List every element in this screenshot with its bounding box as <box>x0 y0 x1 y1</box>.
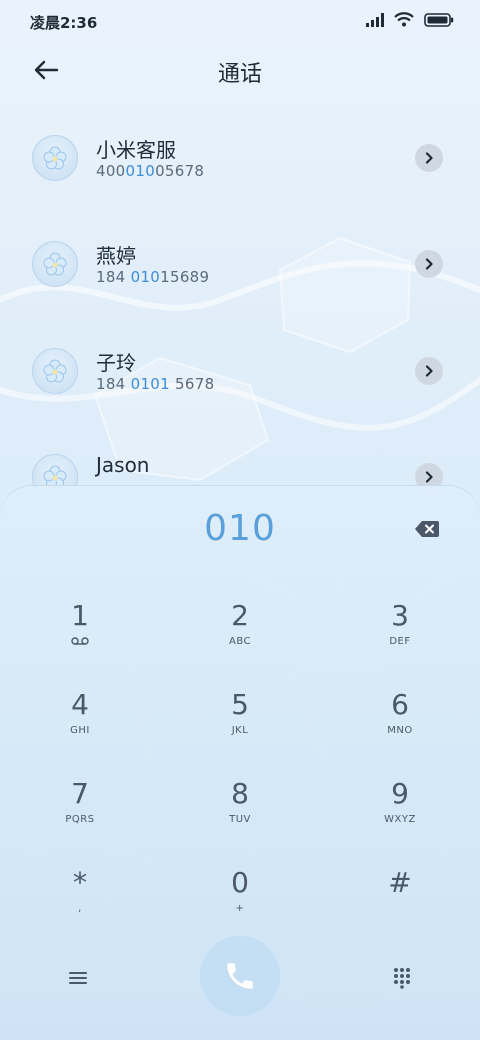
dial-key-2[interactable]: 2 ABC <box>185 598 295 668</box>
key-digit: 8 <box>231 777 249 810</box>
flower-icon <box>43 359 67 383</box>
dial-key-5[interactable]: 5 JKL <box>185 687 295 757</box>
voicemail-icon <box>71 637 89 645</box>
keypad-toggle-button[interactable] <box>386 962 418 994</box>
key-letters: JKL <box>231 725 249 736</box>
dial-key-4[interactable]: 4 GHI <box>25 687 135 757</box>
number-match-highlight: 010 <box>130 268 161 286</box>
key-digit: 0 <box>231 866 249 899</box>
key-digit: 3 <box>391 599 409 632</box>
menu-icon <box>69 972 87 984</box>
menu-button[interactable] <box>62 962 94 994</box>
contact-name: 燕婷 <box>96 244 136 268</box>
dialpad-icon <box>394 968 410 989</box>
flower-icon <box>43 252 67 276</box>
dial-key-3[interactable]: 3 DEF <box>345 598 455 668</box>
contact-name: 小米客服 <box>96 138 176 162</box>
flower-icon <box>43 146 67 170</box>
key-letters: WXYZ <box>384 814 416 825</box>
dial-key-1[interactable]: 1 <box>25 598 135 668</box>
contact-number: 184 0101 5678 <box>96 375 215 393</box>
contact-detail-button[interactable] <box>415 250 443 278</box>
signal-icon <box>366 12 384 27</box>
contact-detail-button[interactable] <box>415 357 443 385</box>
dial-key-0[interactable]: 0 + <box>185 865 295 935</box>
key-letters: PQRS <box>65 814 95 825</box>
contact-number: 40001005678 <box>96 162 205 180</box>
number-match-highlight: 010 <box>125 162 156 180</box>
status-bar: 凌晨2:36 <box>0 0 480 44</box>
battery-icon <box>424 12 454 27</box>
backspace-button[interactable] <box>410 516 444 542</box>
contact-row[interactable]: 燕婷 184 01015689 <box>0 241 480 321</box>
key-digit: 7 <box>71 777 89 810</box>
page-title: 通话 <box>217 62 262 87</box>
dialer-panel: 010 1 2 ABC 3 DEF 4 GHI 5 JKL 6 MNO 7 PQ… <box>0 485 480 1040</box>
avatar <box>32 241 78 287</box>
dial-key-8[interactable]: 8 TUV <box>185 776 295 846</box>
header: 通话 <box>0 44 480 100</box>
status-time: 凌晨2:36 <box>30 14 98 32</box>
key-letters: ABC <box>228 636 251 647</box>
avatar <box>32 135 78 181</box>
contact-row[interactable]: 小米客服 40001005678 <box>0 135 480 215</box>
dial-key-6[interactable]: 6 MNO <box>345 687 455 757</box>
key-letters: DEF <box>389 636 411 647</box>
dial-key-hash[interactable]: # <box>345 865 455 935</box>
key-letters: GHI <box>70 725 90 736</box>
dial-number-display[interactable]: 010 <box>0 508 480 549</box>
key-digit: 5 <box>231 688 249 721</box>
chevron-right-icon <box>425 152 433 164</box>
dial-key-star[interactable]: * , <box>25 865 135 935</box>
contact-name: Jason <box>96 453 150 477</box>
phone-icon <box>227 963 253 989</box>
key-digit: 6 <box>391 688 409 721</box>
key-digit: 2 <box>231 599 249 632</box>
contact-name: 子玲 <box>96 351 136 375</box>
backspace-icon <box>415 521 439 537</box>
key-digit: 4 <box>71 688 89 721</box>
chevron-right-icon <box>425 258 433 270</box>
chevron-right-icon <box>425 471 433 483</box>
status-icons <box>366 12 454 27</box>
dial-key-9[interactable]: 9 WXYZ <box>345 776 455 846</box>
key-digit: # <box>388 866 412 899</box>
key-letters: , <box>78 903 82 914</box>
key-letters: MNO <box>387 725 413 736</box>
chevron-right-icon <box>425 365 433 377</box>
contact-row[interactable]: 子玲 184 0101 5678 <box>0 348 480 428</box>
key-digit: 9 <box>391 777 409 810</box>
key-digit: * <box>73 866 87 899</box>
number-match-highlight: 0101 <box>130 375 170 393</box>
key-letters: + <box>235 903 245 914</box>
call-button[interactable] <box>200 936 280 1016</box>
key-letters: TUV <box>229 814 251 825</box>
avatar <box>32 348 78 394</box>
key-digit: 1 <box>71 599 89 632</box>
dial-key-7[interactable]: 7 PQRS <box>25 776 135 846</box>
wifi-icon <box>394 12 414 27</box>
contact-detail-button[interactable] <box>415 144 443 172</box>
contact-number: 184 01015689 <box>96 268 210 286</box>
